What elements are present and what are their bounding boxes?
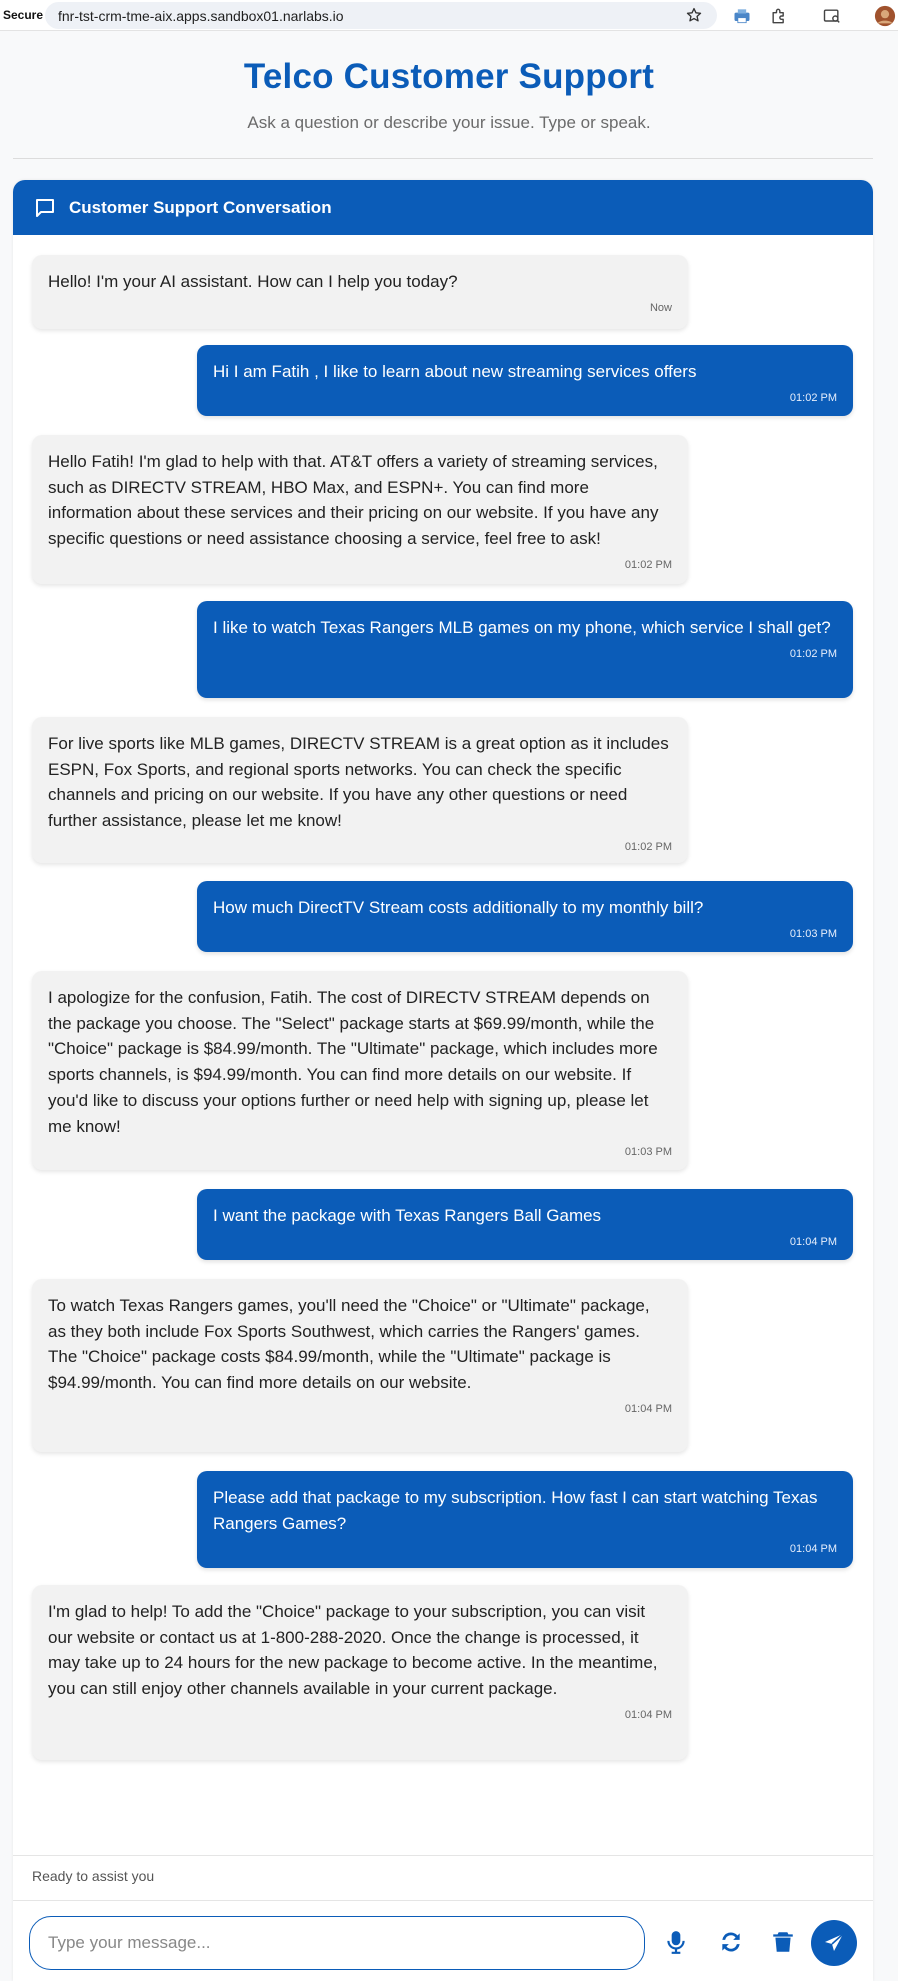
user-message: I want the package with Texas Rangers Ba… <box>197 1189 853 1260</box>
microphone-icon[interactable] <box>663 1929 689 1955</box>
message-timestamp: 01:04 PM <box>789 1235 837 1248</box>
message-list[interactable]: Hello! I'm your AI assistant. How can I … <box>13 235 873 1855</box>
message-timestamp: 01:02 PM <box>789 647 837 660</box>
message-timestamp: Now <box>649 301 672 314</box>
refresh-icon[interactable] <box>718 1929 744 1955</box>
page-header: Telco Customer Support Ask a question or… <box>0 31 898 190</box>
message-text: Hello! I'm your AI assistant. How can I … <box>48 272 458 291</box>
status-text: Ready to assist you <box>32 1868 155 1884</box>
secure-label: Secure <box>3 8 44 22</box>
message-input-bar <box>13 1900 873 1981</box>
user-message: I like to watch Texas Rangers MLB games … <box>197 601 853 698</box>
message-text: I'm glad to help! To add the "Choice" pa… <box>48 1602 658 1699</box>
message-timestamp: 01:03 PM <box>624 1146 672 1159</box>
url-text[interactable]: fnr-tst-crm-tme-aix.apps.sandbox01.narla… <box>58 8 344 24</box>
message-timestamp: 01:02 PM <box>624 558 672 571</box>
bot-message: To watch Texas Rangers games, you'll nee… <box>32 1279 688 1452</box>
bot-message: For live sports like MLB games, DIRECTV … <box>32 717 688 863</box>
bot-message: Hello! I'm your AI assistant. How can I … <box>32 255 688 329</box>
extensions-puzzle-icon[interactable] <box>769 6 789 26</box>
user-message: Hi I am Fatih , I like to learn about ne… <box>197 345 853 416</box>
send-icon <box>825 1933 844 1951</box>
address-bar[interactable]: fnr-tst-crm-tme-aix.apps.sandbox01.narla… <box>45 2 717 29</box>
bot-message: I'm glad to help! To add the "Choice" pa… <box>32 1585 688 1760</box>
message-input[interactable] <box>29 1916 645 1970</box>
bot-message: Hello Fatih! I'm glad to help with that.… <box>32 435 688 584</box>
profile-avatar-icon[interactable] <box>874 5 896 27</box>
chat-panel: Customer Support Conversation Hello! I'm… <box>13 180 873 1981</box>
message-timestamp: 01:02 PM <box>789 391 837 404</box>
message-text: Hi I am Fatih , I like to learn about ne… <box>213 362 697 381</box>
user-message: How much DirectTV Stream costs additiona… <box>197 881 853 952</box>
message-text: How much DirectTV Stream costs additiona… <box>213 898 704 917</box>
tab-search-icon[interactable] <box>822 6 842 26</box>
chat-icon <box>36 198 54 217</box>
message-text: I want the package with Texas Rangers Ba… <box>213 1206 602 1225</box>
bookmark-star-icon[interactable] <box>685 6 703 24</box>
message-text: For live sports like MLB games, DIRECTV … <box>48 734 669 831</box>
chat-panel-title: Customer Support Conversation <box>69 197 332 217</box>
message-timestamp: 01:04 PM <box>624 1402 672 1415</box>
message-text: Please add that package to my subscripti… <box>213 1488 818 1533</box>
page-subtitle: Ask a question or describe your issue. T… <box>247 113 651 132</box>
message-text: Hello Fatih! I'm glad to help with that.… <box>48 452 659 549</box>
page-title: Telco Customer Support <box>243 57 655 96</box>
browser-toolbar: Secure fnr-tst-crm-tme-aix.apps.sandbox0… <box>0 0 898 31</box>
send-button[interactable] <box>811 1920 857 1966</box>
trash-icon[interactable] <box>770 1929 796 1955</box>
header-divider <box>13 158 873 159</box>
message-timestamp: 01:03 PM <box>789 927 837 940</box>
user-message: Please add that package to my subscripti… <box>197 1471 853 1568</box>
bot-message: I apologize for the confusion, Fatih. Th… <box>32 971 688 1170</box>
message-timestamp: 01:04 PM <box>624 1708 672 1721</box>
message-text: I like to watch Texas Rangers MLB games … <box>213 618 831 637</box>
message-text: To watch Texas Rangers games, you'll nee… <box>48 1296 650 1393</box>
printer-extension-icon[interactable] <box>732 6 752 26</box>
message-timestamp: 01:02 PM <box>624 840 672 853</box>
chat-panel-header: Customer Support Conversation <box>13 180 873 235</box>
status-bar: Ready to assist you <box>13 1855 873 1900</box>
message-text: I apologize for the confusion, Fatih. Th… <box>48 988 658 1136</box>
message-timestamp: 01:04 PM <box>789 1543 837 1556</box>
